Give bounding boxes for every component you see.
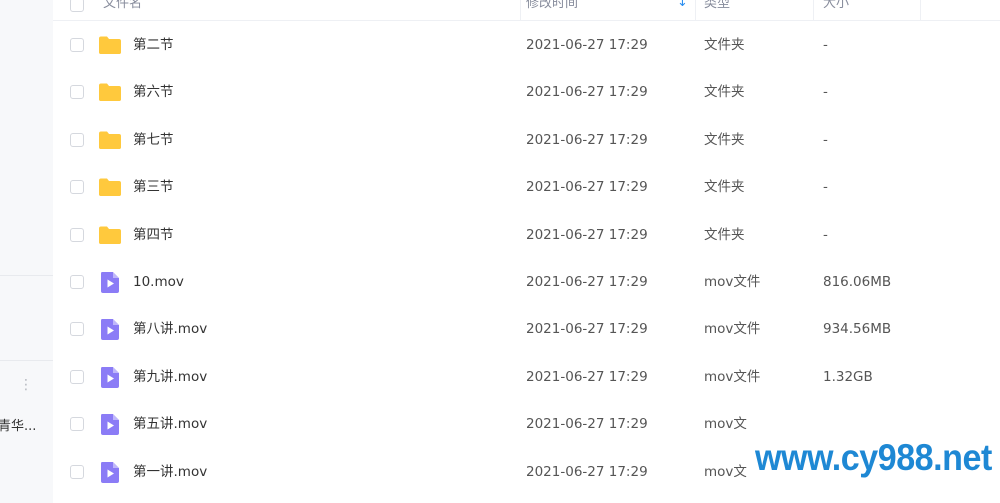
file-modified-time: 2021-06-27 17:29	[526, 37, 648, 53]
row-checkbox[interactable]	[70, 180, 84, 195]
file-modified-time: 2021-06-27 17:29	[526, 321, 648, 338]
file-modified-time: 2021-06-27 17:29	[526, 416, 648, 433]
video-file-icon	[98, 412, 122, 436]
file-name[interactable]: 第四节	[133, 212, 174, 259]
file-modified-time: 2021-06-27 17:29	[526, 131, 648, 148]
folder-icon	[98, 128, 122, 152]
file-size: -	[823, 179, 828, 196]
file-type: 文件夹	[704, 84, 745, 101]
file-type: 文件夹	[704, 131, 745, 148]
file-name[interactable]: 第九讲.mov	[133, 354, 207, 401]
file-type: 文件夹	[704, 37, 745, 53]
row-checkbox[interactable]	[70, 369, 84, 384]
sidebar-divider	[0, 275, 53, 276]
watermark: www.cy988.net	[755, 437, 992, 478]
file-name[interactable]: 第六节	[133, 69, 174, 116]
video-file-icon	[98, 317, 122, 341]
file-modified-time: 2021-06-27 17:29	[526, 463, 648, 480]
file-row[interactable]: 第二节 2021-06-27 17:29 文件夹 -	[53, 22, 1000, 69]
column-header-size[interactable]: 大小	[823, 0, 849, 20]
file-name[interactable]: 第七节	[133, 117, 174, 164]
file-modified-time: 2021-06-27 17:29	[526, 274, 648, 290]
row-checkbox[interactable]	[70, 38, 84, 52]
file-type: mov文	[704, 416, 747, 433]
column-header-name[interactable]: 文件名	[103, 0, 142, 20]
row-checkbox[interactable]	[70, 417, 84, 432]
video-file-icon	[98, 365, 122, 389]
file-modified-time: 2021-06-27 17:29	[526, 179, 648, 196]
file-name[interactable]: 第一讲.mov	[133, 449, 207, 496]
sidebar-divider	[0, 360, 53, 361]
file-row[interactable]: 10.mov 2021-06-27 17:29 mov文件 816.06MB	[53, 259, 1000, 306]
row-checkbox[interactable]	[70, 322, 84, 337]
column-header-modified[interactable]: 修改时间	[526, 0, 578, 20]
file-modified-time: 2021-06-27 17:29	[526, 368, 648, 385]
file-size: -	[823, 131, 828, 148]
file-type: mov文	[704, 463, 747, 480]
video-file-icon	[98, 270, 122, 294]
file-size: 1.32GB	[823, 368, 873, 385]
row-checkbox[interactable]	[70, 85, 84, 100]
file-type: 文件夹	[704, 226, 745, 243]
file-type: mov文件	[704, 274, 761, 290]
file-list: 文件名 修改时间 ↓ 类型 大小 第二节 2021-06-27 17:29 文件…	[53, 0, 1000, 503]
file-size: -	[823, 84, 828, 101]
file-name[interactable]: 10.mov	[133, 259, 184, 306]
column-divider	[920, 0, 921, 20]
more-options-icon[interactable]: ⋮	[19, 378, 33, 392]
file-type: mov文件	[704, 368, 761, 385]
video-file-icon	[98, 460, 122, 484]
sort-desc-icon[interactable]: ↓	[677, 0, 688, 17]
folder-icon	[98, 175, 122, 199]
file-size: 816.06MB	[823, 274, 892, 290]
file-size: -	[823, 226, 828, 243]
row-checkbox[interactable]	[70, 464, 84, 479]
file-row[interactable]: 第六节 2021-06-27 17:29 文件夹 -	[53, 69, 1000, 116]
column-header-type[interactable]: 类型	[704, 0, 730, 20]
file-modified-time: 2021-06-27 17:29	[526, 84, 648, 101]
select-all-checkbox[interactable]	[70, 0, 84, 12]
row-checkbox[interactable]	[70, 132, 84, 147]
file-type: 文件夹	[704, 179, 745, 196]
file-row[interactable]: 第七节 2021-06-27 17:29 文件夹 -	[53, 117, 1000, 164]
file-modified-time: 2021-06-27 17:29	[526, 226, 648, 243]
sidebar-strip: ⋮ 青华...	[0, 0, 53, 503]
file-row[interactable]: 第八讲.mov 2021-06-27 17:29 mov文件 934.56MB	[53, 306, 1000, 353]
column-divider	[813, 0, 814, 20]
list-header: 文件名 修改时间 ↓ 类型 大小	[53, 0, 1000, 21]
folder-icon	[98, 33, 122, 57]
sidebar-item-truncated[interactable]: 青华...	[0, 415, 53, 434]
column-divider	[695, 0, 696, 20]
file-size: -	[823, 37, 828, 53]
column-divider	[520, 0, 521, 20]
folder-icon	[98, 223, 122, 247]
file-type: mov文件	[704, 321, 761, 338]
file-name[interactable]: 第二节	[133, 22, 174, 69]
file-row[interactable]: 第四节 2021-06-27 17:29 文件夹 -	[53, 212, 1000, 259]
file-row[interactable]: 第九讲.mov 2021-06-27 17:29 mov文件 1.32GB	[53, 354, 1000, 401]
folder-icon	[98, 80, 122, 104]
row-checkbox[interactable]	[70, 275, 84, 289]
file-name[interactable]: 第八讲.mov	[133, 306, 207, 353]
file-size: 934.56MB	[823, 321, 892, 338]
file-name[interactable]: 第三节	[133, 164, 174, 211]
row-checkbox[interactable]	[70, 227, 84, 242]
file-row[interactable]: 第三节 2021-06-27 17:29 文件夹 -	[53, 164, 1000, 211]
file-name[interactable]: 第五讲.mov	[133, 401, 207, 448]
